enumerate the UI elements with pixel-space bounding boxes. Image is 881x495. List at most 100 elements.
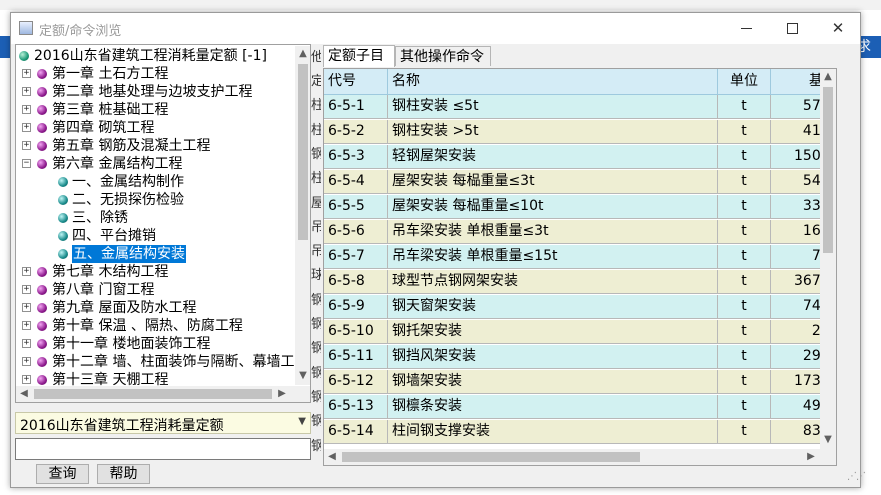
cell-unit: t bbox=[718, 245, 771, 268]
scroll-down-icon[interactable]: ▼ bbox=[820, 432, 836, 448]
table-row[interactable]: 6-5-9钢天窗架安装t742.4 bbox=[324, 295, 836, 319]
chapter-node-icon bbox=[37, 339, 47, 349]
table-row[interactable]: 6-5-12钢墙架安装t1730.9 bbox=[324, 370, 836, 394]
collapse-icon[interactable]: − bbox=[22, 159, 31, 168]
table-row[interactable]: 6-5-10钢托架安装t205. bbox=[324, 320, 836, 344]
scroll-down-icon[interactable]: ▼ bbox=[295, 368, 310, 384]
tree-item-label: 第十三章 天棚工程 bbox=[52, 372, 169, 387]
chapter-node-icon bbox=[37, 303, 47, 313]
cell-unit: t bbox=[718, 395, 771, 418]
expand-icon[interactable]: + bbox=[22, 69, 31, 78]
cell-name: 钢檩条安装 bbox=[388, 395, 718, 418]
resize-grip-icon[interactable]: ⋰⋰ bbox=[847, 471, 866, 482]
chapter-node-icon bbox=[37, 123, 47, 133]
grid-scroll-thumb[interactable] bbox=[823, 87, 833, 253]
cell-unit: t bbox=[718, 145, 771, 168]
table-row[interactable]: 6-5-7吊车梁安装 单根重量≤15tt72.7 bbox=[324, 245, 836, 269]
cell-code: 6-5-8 bbox=[324, 270, 388, 293]
cell-unit: t bbox=[718, 195, 771, 218]
grid-hscroll-thumb[interactable] bbox=[342, 452, 640, 462]
chevron-down-icon[interactable]: ▼ bbox=[298, 416, 306, 427]
expand-icon[interactable]: + bbox=[22, 321, 31, 330]
close-button[interactable]: ✕ bbox=[815, 13, 861, 44]
window-app-icon bbox=[19, 21, 33, 35]
minimize-button[interactable] bbox=[723, 13, 769, 44]
maximize-button[interactable] bbox=[769, 13, 815, 44]
cell-name: 柱间钢支撑安装 bbox=[388, 420, 718, 443]
search-input[interactable] bbox=[15, 438, 311, 460]
expand-icon[interactable]: + bbox=[22, 339, 31, 348]
scroll-right-icon[interactable]: ▶ bbox=[803, 449, 819, 465]
expand-icon[interactable]: + bbox=[22, 267, 31, 276]
expand-icon[interactable]: + bbox=[22, 141, 31, 150]
title-bar[interactable]: 定额/命令浏览 ✕ bbox=[11, 13, 860, 44]
expand-icon[interactable]: + bbox=[22, 357, 31, 366]
tab-other-commands[interactable]: 其他操作命令 bbox=[395, 46, 491, 66]
table-row[interactable]: 6-5-5屋架安装 每榀重量≤10tt338.9 bbox=[324, 195, 836, 219]
cell-code: 6-5-12 bbox=[324, 370, 388, 393]
header-unit[interactable]: 单位 bbox=[718, 69, 771, 94]
cell-name: 轻钢屋架安装 bbox=[388, 145, 718, 168]
tree-scroll-thumb[interactable] bbox=[298, 64, 308, 240]
table-row[interactable]: 6-5-3轻钢屋架安装t1509.8 bbox=[324, 145, 836, 169]
table-row[interactable]: 6-5-4屋架安装 每榀重量≤3tt548.6 bbox=[324, 170, 836, 194]
table-row[interactable]: 6-5-11钢挡风架安装t299.5 bbox=[324, 345, 836, 369]
cell-code: 6-5-3 bbox=[324, 145, 388, 168]
table-row[interactable]: 6-5-2钢柱安装 >5tt411.9 bbox=[324, 120, 836, 144]
table-row[interactable]: 6-5-6吊车梁安装 单根重量≤3tt161.9 bbox=[324, 220, 836, 244]
quota-tree[interactable]: 2016山东省建筑工程消耗量定额 [-1] + 第一章 土石方工程 + 第二章 地基处… bbox=[15, 44, 311, 387]
tree-item-label: 第九章 屋面及防水工程 bbox=[52, 300, 197, 316]
cell-unit: t bbox=[718, 170, 771, 193]
scroll-up-icon[interactable]: ▲ bbox=[820, 69, 836, 85]
expand-icon[interactable]: + bbox=[22, 285, 31, 294]
background-fragment: 钢 bbox=[311, 341, 321, 357]
expand-icon[interactable]: + bbox=[22, 87, 31, 96]
scroll-left-icon[interactable]: ◀ bbox=[324, 449, 340, 465]
tree-item-label: 三、除锈 bbox=[72, 210, 128, 226]
tree-horizontal-scrollbar[interactable]: ◀ ▶ bbox=[15, 386, 311, 403]
table-row[interactable]: 6-5-8球型节点钢网架安装t3677.3 bbox=[324, 270, 836, 294]
cell-unit: t bbox=[718, 370, 771, 393]
cell-unit: t bbox=[718, 345, 771, 368]
quota-library-select[interactable]: 2016山东省建筑工程消耗量定额 ▼ bbox=[15, 412, 311, 434]
tab-quota-items[interactable]: 定额子目 bbox=[323, 45, 395, 67]
expand-icon[interactable]: + bbox=[22, 105, 31, 114]
tree-item-label: 第八章 门窗工程 bbox=[52, 282, 155, 298]
cell-name: 屋架安装 每榀重量≤10t bbox=[388, 195, 718, 218]
header-name[interactable]: 名称 bbox=[388, 69, 718, 94]
help-button[interactable]: 帮助 bbox=[97, 464, 150, 484]
cell-unit: t bbox=[718, 420, 771, 443]
background-fragment: 钢 bbox=[311, 389, 321, 405]
cell-code: 6-5-10 bbox=[324, 320, 388, 343]
expand-icon[interactable]: + bbox=[22, 123, 31, 132]
tree-item-label: 一、金属结构制作 bbox=[72, 174, 184, 190]
cell-code: 6-5-1 bbox=[324, 95, 388, 118]
table-row[interactable]: 6-5-14柱间钢支撑安装t838.0 bbox=[324, 420, 836, 444]
expand-icon[interactable]: + bbox=[22, 375, 31, 384]
table-row[interactable]: 6-5-1钢柱安装 ≤5tt572.4 bbox=[324, 95, 836, 119]
scroll-left-icon[interactable]: ◀ bbox=[16, 386, 32, 402]
section-node-icon bbox=[58, 213, 68, 223]
cell-name: 钢天窗架安装 bbox=[388, 295, 718, 318]
tree-item-label: 第十一章 楼地面装饰工程 bbox=[52, 336, 211, 352]
header-code[interactable]: 代号 bbox=[324, 69, 388, 94]
table-row[interactable]: 6-5-13钢檩条安装t494.0 bbox=[324, 395, 836, 419]
cell-code: 6-5-11 bbox=[324, 345, 388, 368]
tree-item-label: 五、金属结构安装 bbox=[71, 244, 187, 264]
section-node-icon bbox=[58, 177, 68, 187]
tree-vertical-scrollbar[interactable]: ▲ ▼ bbox=[295, 46, 310, 385]
background-fragment: 钢 bbox=[311, 317, 321, 332]
scroll-up-icon[interactable]: ▲ bbox=[295, 46, 310, 62]
query-button[interactable]: 查询 bbox=[36, 464, 89, 484]
expand-icon[interactable]: + bbox=[22, 303, 31, 312]
maximize-icon bbox=[786, 23, 798, 34]
chapter-node-icon bbox=[37, 69, 47, 79]
cell-name: 钢托架安装 bbox=[388, 320, 718, 343]
grid-horizontal-scrollbar[interactable]: ◀ ▶ bbox=[324, 449, 820, 465]
scroll-right-icon[interactable]: ▶ bbox=[274, 386, 290, 402]
grid-vertical-scrollbar[interactable]: ▲ ▼ bbox=[820, 69, 836, 449]
panel-splitter[interactable]: 他定柱柱钢柱屋吊吊球钢钢钢钢钢钢钢 bbox=[311, 44, 321, 474]
tree-hscroll-thumb[interactable] bbox=[34, 389, 272, 399]
chapter-node-icon bbox=[37, 267, 47, 277]
background-fragment: 柱 bbox=[311, 98, 321, 114]
